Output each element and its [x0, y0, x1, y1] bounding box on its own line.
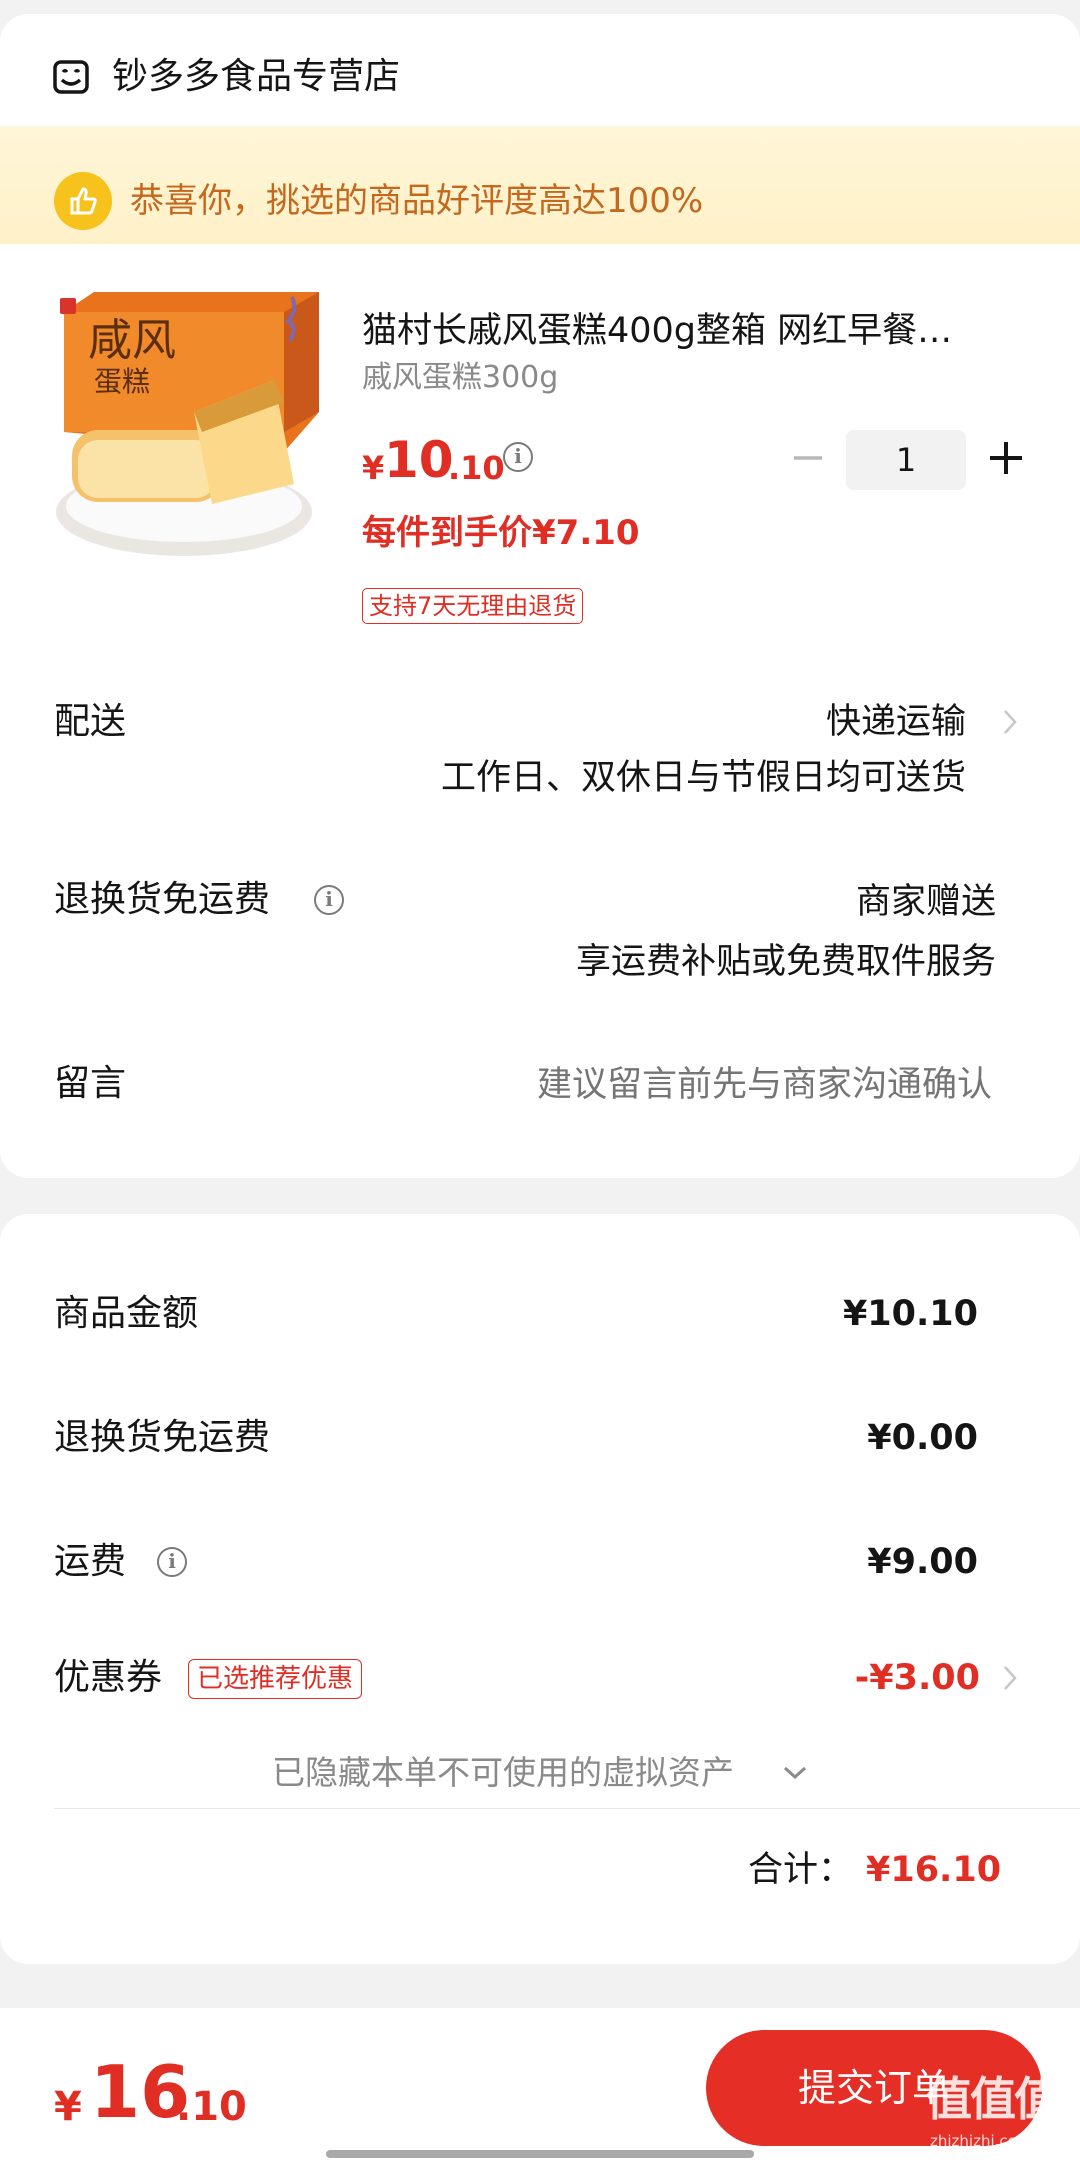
- price-currency: ¥: [362, 449, 385, 487]
- return-shipping-value: 商家赠送: [855, 882, 996, 922]
- minus-icon[interactable]: [790, 440, 826, 476]
- banner-text: 恭喜你，挑选的商品好评度高达100%: [130, 181, 704, 221]
- chevron-right-icon[interactable]: [1002, 1664, 1018, 1692]
- return-fee-value: ¥0.00: [867, 1418, 978, 1458]
- goods-amount-label: 商品金额: [54, 1293, 199, 1334]
- quantity-input[interactable]: 1: [846, 430, 966, 490]
- coupon-tag: 已选推荐优惠: [188, 1659, 363, 1699]
- coupon-value[interactable]: -¥3.00: [855, 1654, 980, 1702]
- product-spec[interactable]: 戚风蛋糕300g: [362, 358, 558, 398]
- store-icon: [53, 60, 89, 94]
- price-info-icon[interactable]: i: [503, 442, 533, 472]
- shipping-info-icon[interactable]: i: [157, 1547, 187, 1577]
- total-value: ¥16.10: [866, 1850, 1002, 1890]
- bottom-price-currency: ¥: [54, 2084, 82, 2130]
- return-policy-tag: 支持7天无理由退货: [362, 588, 584, 624]
- product-image-text-1: 咸风: [88, 315, 176, 366]
- message-input[interactable]: [420, 1056, 994, 1114]
- message-label: 留言: [54, 1063, 127, 1104]
- return-shipping-label: 退换货免运费: [54, 879, 271, 920]
- goods-amount-value: ¥10.10: [842, 1294, 978, 1334]
- watermark-url: zhizhizhi.com: [930, 2132, 1032, 2150]
- divider: [54, 1808, 1080, 1809]
- price-decimal: .10: [448, 449, 505, 487]
- product-image[interactable]: 咸风 蛋糕: [54, 292, 326, 564]
- store-name[interactable]: 钞多多食品专营店: [112, 54, 400, 100]
- delivery-method[interactable]: 快递运输: [826, 698, 966, 746]
- coupon-label: 优惠券: [54, 1657, 163, 1698]
- price-integer: 10: [384, 431, 454, 489]
- watermark: 值值值: [926, 2072, 1060, 2126]
- chevron-right-icon[interactable]: [1002, 708, 1018, 736]
- shipping-fee-label: 运费: [54, 1541, 127, 1582]
- thumbs-up-icon: [54, 172, 112, 230]
- plus-icon[interactable]: [986, 438, 1026, 478]
- delivery-label: 配送: [54, 701, 127, 742]
- return-shipping-note: 享运费补贴或免费取件服务: [575, 942, 996, 982]
- product-image-text-2: 蛋糕: [94, 365, 151, 398]
- total-label: 合计：: [748, 1850, 854, 1890]
- home-indicator[interactable]: [326, 2150, 754, 2158]
- hidden-assets-toggle[interactable]: 已隐藏本单不可使用的虚拟资产: [272, 1750, 734, 1796]
- shipping-fee-value: ¥9.00: [867, 1542, 978, 1582]
- bottom-price-decimal: .10: [176, 2084, 247, 2130]
- unit-price: 每件到手价¥7.10: [362, 513, 640, 553]
- chevron-down-icon[interactable]: [782, 1764, 808, 1782]
- product-title[interactable]: 猫村长戚风蛋糕400g整箱 网红早餐…: [362, 308, 1022, 354]
- return-shipping-info-icon[interactable]: i: [314, 885, 344, 915]
- return-fee-label: 退换货免运费: [54, 1417, 271, 1458]
- delivery-note: 工作日、双休日与节假日均可送货: [440, 758, 966, 798]
